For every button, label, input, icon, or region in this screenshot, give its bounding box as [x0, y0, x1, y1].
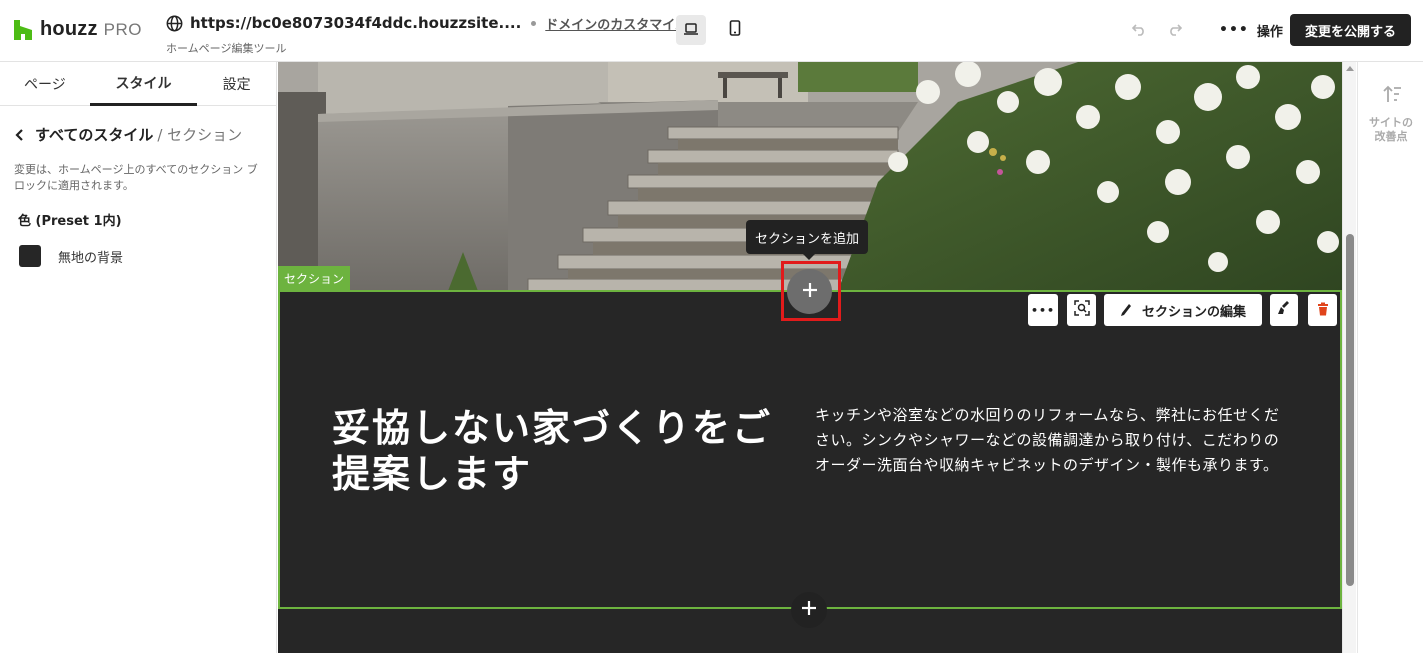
- editor-subtitle: ホームページ編集ツール: [166, 42, 287, 55]
- plus-icon: [801, 600, 817, 620]
- style-description: 変更は、ホームページ上のすべてのセクション ブロックに適用されます。: [14, 163, 258, 192]
- canvas-scrollbar[interactable]: [1342, 62, 1356, 653]
- edit-section-label: セクションの編集: [1141, 304, 1246, 320]
- edit-section-button[interactable]: セクションの編集: [1104, 294, 1262, 326]
- breadcrumb-all-styles[interactable]: すべてのスタイル: [35, 124, 153, 145]
- houzz-logo-icon: [14, 19, 32, 40]
- desktop-view-button[interactable]: [676, 15, 706, 45]
- section-style-button[interactable]: [1270, 294, 1298, 326]
- tab-style[interactable]: スタイル: [89, 62, 198, 106]
- undo-icon: [1131, 21, 1146, 40]
- delete-section-button[interactable]: [1308, 294, 1337, 326]
- operations-label: 操作: [1256, 24, 1283, 40]
- brand-name: houzz: [40, 18, 98, 40]
- color-swatch[interactable]: [19, 245, 41, 267]
- scroll-thumb[interactable]: [1346, 234, 1354, 586]
- back-chevron-icon[interactable]: [12, 127, 28, 143]
- site-improvements-label[interactable]: サイトの 改善点: [1358, 116, 1423, 144]
- brand-suffix: PRO: [103, 19, 142, 39]
- breadcrumb: すべてのスタイル / セクション: [12, 124, 242, 145]
- section-more-button[interactable]: •••: [1028, 294, 1058, 326]
- redo-icon: [1168, 21, 1183, 40]
- undo-button[interactable]: [1129, 20, 1149, 40]
- publish-button[interactable]: 変更を公開する: [1290, 14, 1411, 46]
- tab-settings[interactable]: 設定: [197, 62, 276, 106]
- style-panel: ページ スタイル 設定 すべてのスタイル / セクション 変更は、ホームページ上…: [0, 62, 277, 653]
- houzz-logo[interactable]: houzz PRO: [14, 18, 142, 41]
- section-headline[interactable]: 妥協しない家づくりをご提案します: [332, 405, 772, 497]
- tab-pages[interactable]: ページ: [0, 62, 90, 106]
- operations-button[interactable]: ••• 操作: [1219, 18, 1283, 42]
- sort-improve-icon[interactable]: [1382, 84, 1404, 106]
- more-dots-icon: •••: [1219, 22, 1249, 38]
- solid-background-option[interactable]: 無地の背景: [19, 245, 123, 267]
- right-tools-panel: サイトの 改善点: [1357, 62, 1423, 653]
- laptop-icon: [683, 21, 699, 40]
- brush-icon: [1277, 300, 1291, 320]
- section-preview-button[interactable]: [1067, 294, 1096, 326]
- mobile-view-button[interactable]: [720, 15, 750, 45]
- customize-domain-link[interactable]: ドメインのカスタマイズ: [545, 14, 688, 33]
- highlight-box: [781, 261, 841, 321]
- solid-background-label: 無地の背景: [58, 250, 124, 266]
- globe-icon: [166, 15, 183, 32]
- section-body-text[interactable]: キッチンや浴室などの水回りのリフォームなら、弊社にお任せください。シンクやシャワ…: [815, 403, 1285, 478]
- top-bar: houzz PRO https://bc0e8073034f4ddc.houzz…: [0, 0, 1423, 62]
- trash-icon: [1317, 301, 1329, 320]
- separator-dot: [531, 20, 537, 26]
- site-info: https://bc0e8073034f4ddc.houzzsite.... ド…: [166, 12, 688, 56]
- more-dots-icon: •••: [1030, 303, 1056, 317]
- site-url[interactable]: https://bc0e8073034f4ddc.houzzsite....: [190, 14, 521, 32]
- add-section-button-bottom[interactable]: [791, 592, 827, 628]
- redo-button[interactable]: [1165, 20, 1185, 40]
- zoom-icon: [1073, 300, 1090, 320]
- panel-tabs: ページ スタイル 設定: [0, 62, 276, 106]
- pencil-icon: [1120, 303, 1132, 317]
- add-section-tooltip: セクションを追加: [746, 220, 869, 260]
- page-canvas: セクション セクションを追加 ••• セクションの編集 妥協しない家づくりをご提…: [278, 62, 1342, 653]
- section-label[interactable]: セクション: [278, 266, 351, 290]
- phone-icon: [729, 20, 741, 40]
- breadcrumb-current: / セクション: [157, 126, 243, 144]
- scroll-up-arrow-icon[interactable]: [1346, 66, 1354, 71]
- color-preset-heading: 色 (Preset 1内): [18, 214, 122, 229]
